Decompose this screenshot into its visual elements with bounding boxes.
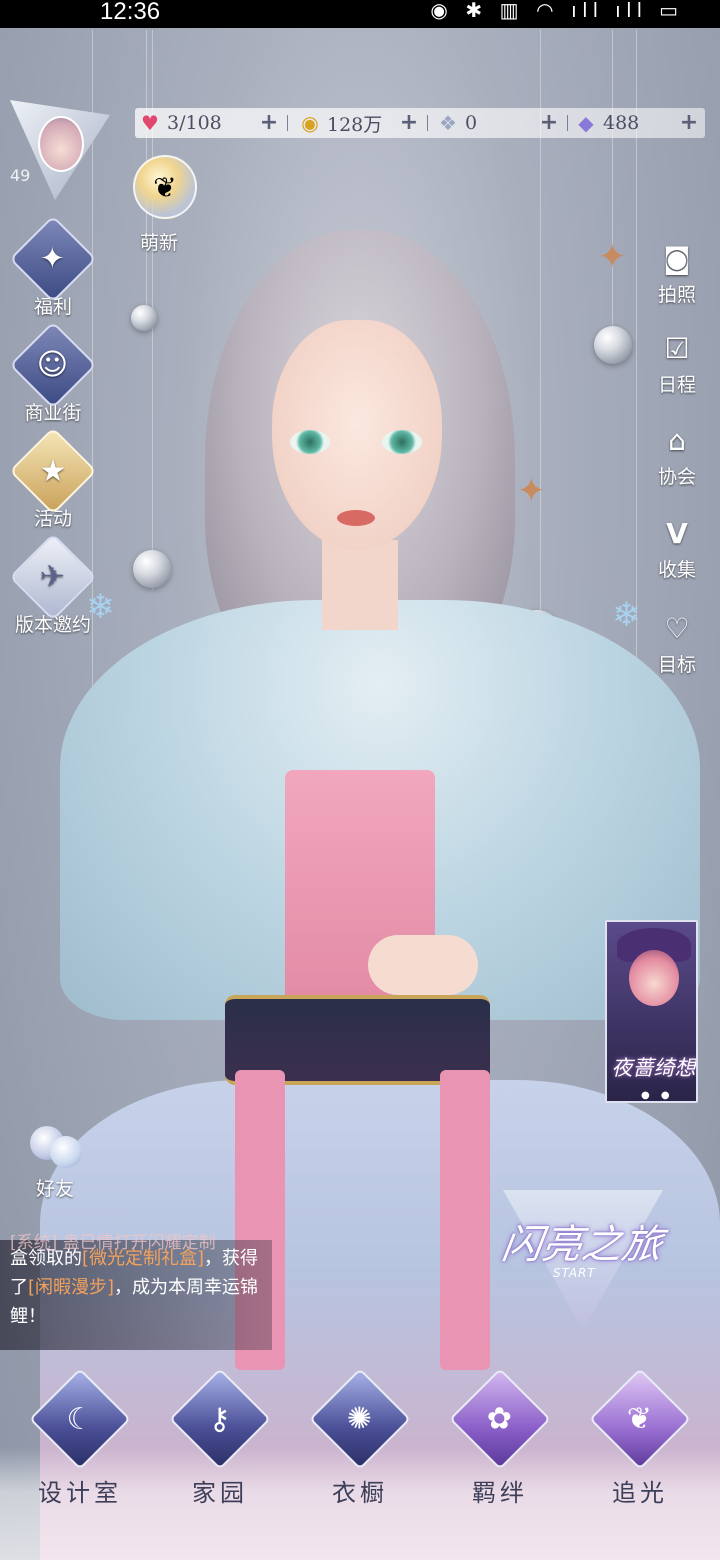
resource-value: 0 [465, 112, 478, 134]
home-key-icon: ⚷ [169, 1368, 271, 1470]
camera-icon: ◙ [663, 241, 691, 275]
guild-button[interactable]: ⌂ 协会 [646, 420, 708, 489]
goals-label: 目标 [657, 654, 696, 676]
add-gold-button[interactable]: + [397, 111, 421, 135]
guild-icon: ⌂ [668, 423, 686, 457]
banner-portrait [629, 950, 679, 1006]
photo-button[interactable]: ◙ 拍照 [646, 238, 708, 307]
nav-design-studio[interactable]: ☾ 设计室 [29, 1368, 131, 1508]
wardrobe-icon: ✺ [309, 1368, 411, 1470]
pearl-ornament [594, 326, 632, 364]
target-icon: ♡ [664, 611, 690, 645]
schedule-label: 日程 [657, 374, 696, 396]
resource-stamina: ♥ 3/108 [137, 108, 222, 138]
avatar-portrait [38, 116, 84, 172]
start-logo-sub: START [553, 1266, 596, 1280]
design-studio-icon: ☾ [29, 1368, 131, 1470]
character-sash [440, 1070, 490, 1370]
nav-chase-light[interactable]: ❦ 追光 [589, 1368, 691, 1508]
chase-light-icon: ❦ [589, 1368, 691, 1470]
character-lips [337, 510, 375, 526]
nav-label: 设计室 [38, 1479, 122, 1507]
photo-label: 拍照 [657, 284, 696, 306]
heart-gem-icon: ♥ [141, 111, 159, 135]
nav-label: 追光 [612, 1479, 668, 1507]
resource-gold: ◉ 128万 [297, 108, 382, 138]
divider [567, 115, 568, 131]
version-invite-button[interactable]: ✈ 版本邀约 [3, 533, 103, 637]
pearl-ornament [131, 305, 157, 331]
divider [427, 115, 428, 131]
start-logo-title: 闪亮之旅 [498, 1222, 666, 1268]
nav-label: 家园 [192, 1479, 248, 1507]
divider [287, 115, 288, 131]
nav-label: 衣橱 [332, 1479, 388, 1507]
hanging-thread [612, 30, 613, 360]
stars-icon: ★ [9, 427, 97, 515]
nav-label: 羁绊 [472, 1479, 528, 1507]
character-hand [368, 935, 478, 995]
balloon-icon: ✦ [9, 215, 97, 303]
character-eye [290, 430, 330, 454]
events-button[interactable]: ★ 活动 [3, 427, 103, 531]
start-journey-button[interactable]: 闪亮之旅 START [495, 1190, 670, 1340]
resource-value: 488 [603, 112, 640, 134]
gold-coin-icon: ◉ [301, 111, 319, 135]
event-banner[interactable]: 夜蔷绮想 ● ● [605, 920, 698, 1103]
banner-title: 夜蔷绮想 [611, 1056, 696, 1080]
pearl-ornament [133, 550, 171, 588]
add-diamond-button[interactable]: + [677, 111, 701, 135]
nav-wardrobe[interactable]: ✺ 衣橱 [309, 1368, 411, 1508]
welfare-button[interactable]: ✦ 福利 [3, 215, 103, 319]
friends-label: 好友 [35, 1178, 74, 1200]
collection-label: 收集 [657, 559, 696, 581]
guild-label: 协会 [657, 466, 696, 488]
collection-icon: V [666, 516, 688, 550]
character-neck [322, 540, 398, 630]
player-avatar[interactable]: 49 [10, 100, 110, 205]
newbie-bubble-button[interactable]: ❦ [133, 155, 197, 219]
nav-bond[interactable]: ✿ 羁绊 [449, 1368, 551, 1508]
friends-button[interactable]: 好友 [20, 1122, 90, 1201]
star-ornament: ✦ [517, 471, 546, 511]
resource-value: 3/108 [167, 112, 222, 134]
bond-icon: ✿ [449, 1368, 551, 1470]
resource-crystal: ❖ 0 [435, 108, 477, 138]
resource-value: 128万 [327, 113, 383, 136]
shopping-street-button[interactable]: ☺ 商业街 [3, 321, 103, 425]
shopping-bag-icon: ☺ [9, 321, 97, 409]
star-ornament: ✦ [598, 237, 627, 277]
butterfly-icon: ❦ [153, 170, 177, 204]
system-chat-box[interactable]: 盒领取的[微光定制礼盒]，获得 了[闲暇漫步]，成为本周幸运锦 鲤！ [0, 1240, 272, 1350]
status-time: 12:36 [100, 0, 161, 25]
add-crystal-button[interactable]: + [537, 111, 561, 135]
resource-bar: ♥ 3/108 + ◉ 128万 + ❖ 0 + ◆ 488 + [135, 108, 705, 138]
snowflake-ornament: ❄ [612, 595, 641, 635]
character-eye [382, 430, 422, 454]
player-level: 49 [10, 166, 31, 185]
schedule-button[interactable]: ☑ 日程 [646, 328, 708, 397]
nav-home[interactable]: ⚷ 家园 [169, 1368, 271, 1508]
add-stamina-button[interactable]: + [257, 111, 281, 135]
chat-previous-line: [系统] 蛊已情打开闪耀定制 [10, 1233, 216, 1253]
diamond-icon: ◆ [578, 111, 594, 135]
bottom-nav: ☾ 设计室 ⚷ 家园 ✺ 衣橱 ✿ 羁绊 ❦ 追光 [0, 1368, 720, 1560]
collection-button[interactable]: V 收集 [646, 513, 708, 582]
status-icons: ◉ ✱ ▥ ◠ ıll ıll ▭ [430, 0, 684, 22]
banner-page-dots: ● ● [641, 1090, 674, 1101]
resource-diamond: ◆ 488 [573, 108, 639, 138]
calendar-icon: ☑ [664, 331, 690, 365]
crystal-icon: ❖ [439, 111, 457, 135]
swan-icon: ✈ [9, 533, 97, 621]
newbie-label: 萌新 [140, 232, 179, 254]
goals-button[interactable]: ♡ 目标 [646, 608, 708, 677]
chat-line: 鲤！ [10, 1306, 46, 1327]
chat-line: 了[闲暇漫步]，成为本周幸运锦 [10, 1277, 259, 1298]
friends-bubbles-icon [26, 1122, 84, 1172]
status-bar: 12:36 ◉ ✱ ▥ ◠ ıll ıll ▭ [0, 0, 720, 28]
